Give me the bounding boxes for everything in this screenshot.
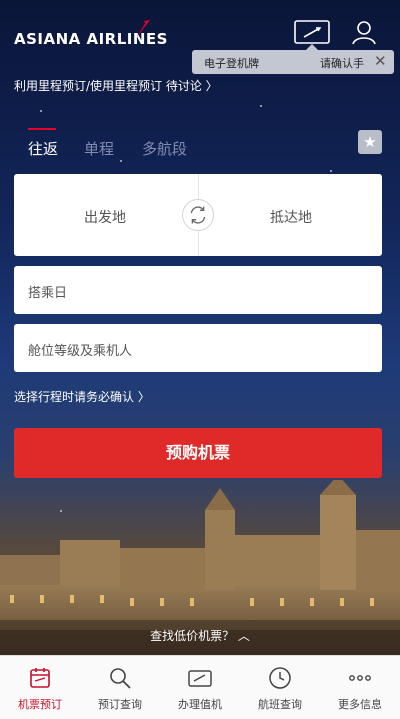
boarding-pass-icon[interactable] xyxy=(294,20,330,44)
clock-icon xyxy=(269,667,291,689)
tooltip-title: 电子登机牌 xyxy=(204,57,259,70)
favorite-star-icon[interactable]: ★ xyxy=(358,130,382,154)
nav-check-in[interactable]: 办理值机 xyxy=(160,656,240,719)
nav-ticket-booking[interactable]: 机票预订 xyxy=(0,656,80,719)
swap-icon[interactable] xyxy=(182,199,214,231)
bottom-navigation: 机票预订 预订查询 办理值机 航班查询 更多信息 xyxy=(0,655,400,719)
boarding-pass-icon xyxy=(188,670,212,687)
tab-multi-city[interactable]: 多航段 xyxy=(142,138,187,159)
boarding-date-label: 搭乘日 xyxy=(28,286,68,301)
tooltip-hint: 请确认手 xyxy=(320,57,364,70)
nav-label: 机票预订 xyxy=(18,698,62,711)
nav-label: 航班查询 xyxy=(258,698,302,711)
mileage-booking-link[interactable]: 利用里程预订/使用里程预订 待讨论 〉 xyxy=(14,77,218,94)
nav-flight-status[interactable]: 航班查询 xyxy=(240,656,320,719)
more-icon xyxy=(349,675,371,681)
low-fare-link[interactable]: 查找低价机票？ ︿ xyxy=(0,620,400,655)
itinerary-notice-link[interactable]: 选择行程时请务必确认 〉 xyxy=(14,388,150,405)
calendar-icon xyxy=(30,668,50,688)
cabin-passenger-label: 舱位等级及乘机人 xyxy=(28,344,133,359)
tab-round-trip[interactable]: 往返 xyxy=(28,138,58,159)
nav-booking-inquiry[interactable]: 预订查询 xyxy=(80,656,160,719)
boarding-date-field[interactable]: 搭乘日 xyxy=(14,266,382,314)
nav-more-info[interactable]: 更多信息 xyxy=(320,656,400,719)
user-icon[interactable] xyxy=(350,18,378,46)
logo-mark-icon xyxy=(136,20,150,38)
nav-label: 更多信息 xyxy=(338,698,382,711)
nav-label: 办理值机 xyxy=(178,698,222,711)
close-icon[interactable]: ✕ xyxy=(374,52,387,70)
active-tab-indicator xyxy=(28,128,56,130)
boarding-pass-tooltip: 电子登机牌 请确认手 ✕ xyxy=(192,44,394,74)
departure-field[interactable]: 出发地 xyxy=(84,207,126,227)
tab-one-way[interactable]: 单程 xyxy=(84,138,114,159)
nav-label: 预订查询 xyxy=(98,698,142,711)
book-ticket-button[interactable]: 预购机票 xyxy=(14,428,382,478)
arrival-field[interactable]: 抵达地 xyxy=(270,207,312,227)
route-selector: 出发地 抵达地 xyxy=(14,174,382,256)
cabin-passenger-field[interactable]: 舱位等级及乘机人 xyxy=(14,324,382,372)
trip-type-tabs: 往返 单程 多航段 xyxy=(0,128,400,162)
search-icon xyxy=(110,668,131,689)
